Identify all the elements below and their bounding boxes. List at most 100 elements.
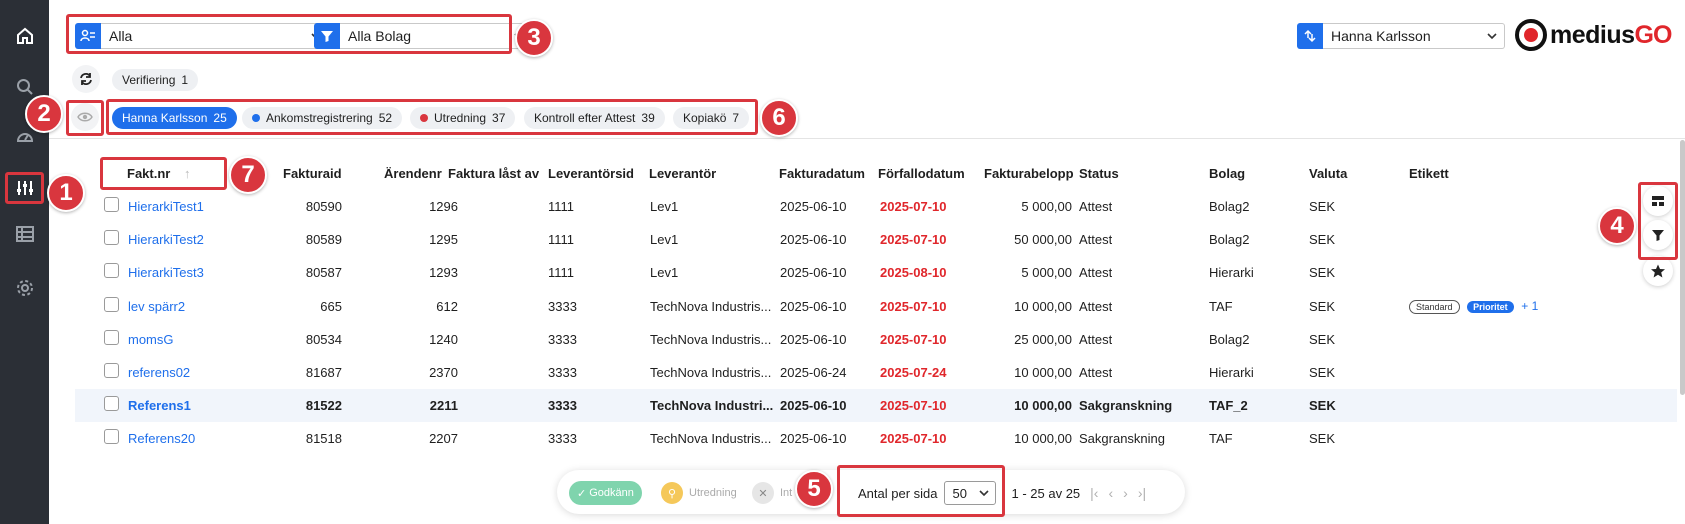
cell-arendenr: 2370 xyxy=(429,365,458,380)
row-checkbox[interactable] xyxy=(104,429,119,444)
row-checkbox[interactable] xyxy=(104,297,119,312)
table-row[interactable]: lev spärr2 665 612 3333 TechNova Industr… xyxy=(75,290,1677,323)
chip-label: Utredning xyxy=(434,111,487,125)
cell-arendenr: 1240 xyxy=(429,332,458,347)
cell-fakturaid: 81687 xyxy=(305,365,342,380)
tag-standard[interactable]: Standard xyxy=(1409,299,1460,314)
col-header-faktnr[interactable]: Fakt.nr ↑ xyxy=(127,166,190,181)
user-select[interactable]: Hanna Karlsson xyxy=(1297,23,1505,49)
cell-leverantorsid: 3333 xyxy=(548,332,577,347)
col-header-arendenr[interactable]: Ärendenr xyxy=(384,166,442,181)
cell-fakturabelopp: 10 000,00 xyxy=(1014,431,1072,446)
queue-chip-utredning[interactable]: Utredning 37 xyxy=(410,107,516,129)
tag-more-link[interactable]: + 1 xyxy=(1521,299,1538,313)
callout-badge-4: 4 xyxy=(1598,207,1636,245)
queue-chip-hanna[interactable]: Hanna Karlsson 25 xyxy=(112,107,237,129)
cell-arendenr: 612 xyxy=(436,299,458,314)
row-checkbox[interactable] xyxy=(104,230,119,245)
column-layout-button[interactable] xyxy=(1643,186,1673,216)
row-checkbox[interactable] xyxy=(104,396,119,411)
table-row[interactable]: Referens20 81518 2207 3333 TechNova Indu… xyxy=(75,422,1677,455)
gear-icon[interactable] xyxy=(10,273,40,303)
medius-go-logo: medius GO xyxy=(1515,19,1672,51)
sliders-icon[interactable] xyxy=(10,173,40,203)
next-page-icon[interactable]: › xyxy=(1123,485,1128,501)
cell-fakturadatum: 2025-06-10 xyxy=(780,265,847,280)
approve-label: Godkänn xyxy=(589,487,634,499)
tag-prioritet[interactable]: Prioritet xyxy=(1467,300,1514,313)
invoice-link[interactable]: HierarkiTest1 xyxy=(128,199,204,214)
table-row[interactable]: HierarkiTest2 80589 1295 1111 Lev1 2025-… xyxy=(75,223,1677,256)
col-header-last-av[interactable]: Faktura låst av xyxy=(448,166,539,181)
verifiering-chip[interactable]: Verifiering 1 xyxy=(112,69,199,91)
chip-count: 52 xyxy=(378,111,393,125)
cell-valuta: SEK xyxy=(1309,332,1336,347)
col-header-leverantorsid[interactable]: Leverantörsid xyxy=(548,166,634,181)
verifiering-label: Verifiering xyxy=(122,73,176,87)
row-checkbox[interactable] xyxy=(104,197,119,212)
tag-group: Standard Prioritet + 1 xyxy=(1409,298,1538,314)
table-row-selected[interactable]: Referens1 81522 2211 3333 TechNova Indus… xyxy=(75,389,1677,422)
queue-chip-ankomst[interactable]: Ankomstregistrering 52 xyxy=(242,107,403,129)
invoice-link[interactable]: HierarkiTest3 xyxy=(128,265,204,280)
user-select-value: Hanna Karlsson xyxy=(1331,28,1431,44)
invoice-link[interactable]: Referens1 xyxy=(128,398,191,413)
visibility-toggle[interactable] xyxy=(71,103,99,131)
filter-icon xyxy=(314,23,340,49)
invoice-link[interactable]: momsG xyxy=(128,332,174,347)
check-icon: ✓ xyxy=(577,487,587,500)
col-header-status[interactable]: Status xyxy=(1079,166,1119,181)
queue-chip-kopiako[interactable]: Kopiakö 7 xyxy=(673,107,750,129)
table-row[interactable]: referens02 81687 2370 3333 TechNova Indu… xyxy=(75,356,1677,389)
approve-button[interactable]: ✓ Godkänn xyxy=(569,481,642,505)
col-header-valuta[interactable]: Valuta xyxy=(1309,166,1347,181)
row-checkbox[interactable] xyxy=(104,363,119,378)
verifiering-count: 1 xyxy=(181,73,189,87)
prev-page-icon[interactable]: ‹ xyxy=(1108,485,1113,501)
col-header-forfallodatum[interactable]: Förfallodatum xyxy=(878,166,965,181)
company-select[interactable]: Alla Bolag xyxy=(314,23,532,49)
first-page-icon[interactable]: |‹ xyxy=(1090,485,1098,501)
status-dot-icon xyxy=(252,114,260,122)
callout-badge-3: 3 xyxy=(515,19,553,57)
row-checkbox[interactable] xyxy=(104,263,119,278)
cell-status: Attest xyxy=(1079,232,1113,247)
col-header-fakturaid[interactable]: Fakturaid xyxy=(283,166,342,181)
table-row[interactable]: HierarkiTest1 80590 1296 1111 Lev1 2025-… xyxy=(75,190,1677,223)
col-header-leverantor[interactable]: Leverantör xyxy=(649,166,716,181)
list-settings-icon[interactable] xyxy=(10,219,40,249)
cell-bolag: Hierarki xyxy=(1209,265,1254,280)
chevron-down-icon xyxy=(978,490,989,497)
row-checkbox[interactable] xyxy=(104,330,119,345)
cell-fakturadatum: 2025-06-24 xyxy=(780,365,847,380)
filter-button[interactable] xyxy=(1643,220,1673,250)
invoice-link[interactable]: Referens20 xyxy=(128,431,195,446)
col-header-fakturadatum[interactable]: Fakturadatum xyxy=(779,166,865,181)
col-header-fakturabelopp[interactable]: Fakturabelopp xyxy=(984,166,1074,181)
col-header-bolag[interactable]: Bolag xyxy=(1209,166,1245,181)
view-select[interactable]: Alla xyxy=(75,23,329,49)
range-text: 1 - 25 av 25 xyxy=(1011,485,1081,501)
per-page-select[interactable]: 50 xyxy=(943,481,996,505)
col-header-etikett[interactable]: Etikett xyxy=(1409,166,1449,181)
vertical-scrollbar[interactable] xyxy=(1680,140,1685,395)
home-icon[interactable] xyxy=(10,21,40,51)
sort-arrow-up-icon: ↑ xyxy=(183,166,191,181)
favorites-button[interactable] xyxy=(1643,256,1673,286)
refresh-button[interactable] xyxy=(72,65,100,93)
table-row[interactable]: momsG 80534 1240 3333 TechNova Industris… xyxy=(75,323,1677,356)
invoice-link[interactable]: lev spärr2 xyxy=(128,299,185,314)
invoice-link[interactable]: referens02 xyxy=(128,365,190,380)
cell-leverantorsid: 1111 xyxy=(548,265,575,280)
invoice-link[interactable]: HierarkiTest2 xyxy=(128,232,204,247)
cell-fakturabelopp: 50 000,00 xyxy=(1014,232,1072,247)
queue-chip-kontroll[interactable]: Kontroll efter Attest 39 xyxy=(524,107,665,129)
table-row[interactable]: HierarkiTest3 80587 1293 1111 Lev1 2025-… xyxy=(75,256,1677,289)
chip-count: 7 xyxy=(732,111,740,125)
status-dot-icon xyxy=(420,114,428,122)
cell-arendenr: 1295 xyxy=(429,232,458,247)
cell-leverantor: TechNova Industris... xyxy=(650,365,772,380)
partial-button[interactable]: ✕ Int xyxy=(744,481,800,505)
last-page-icon[interactable]: ›| xyxy=(1138,485,1146,501)
investigate-button[interactable]: ⚲ Utredning xyxy=(653,481,745,505)
